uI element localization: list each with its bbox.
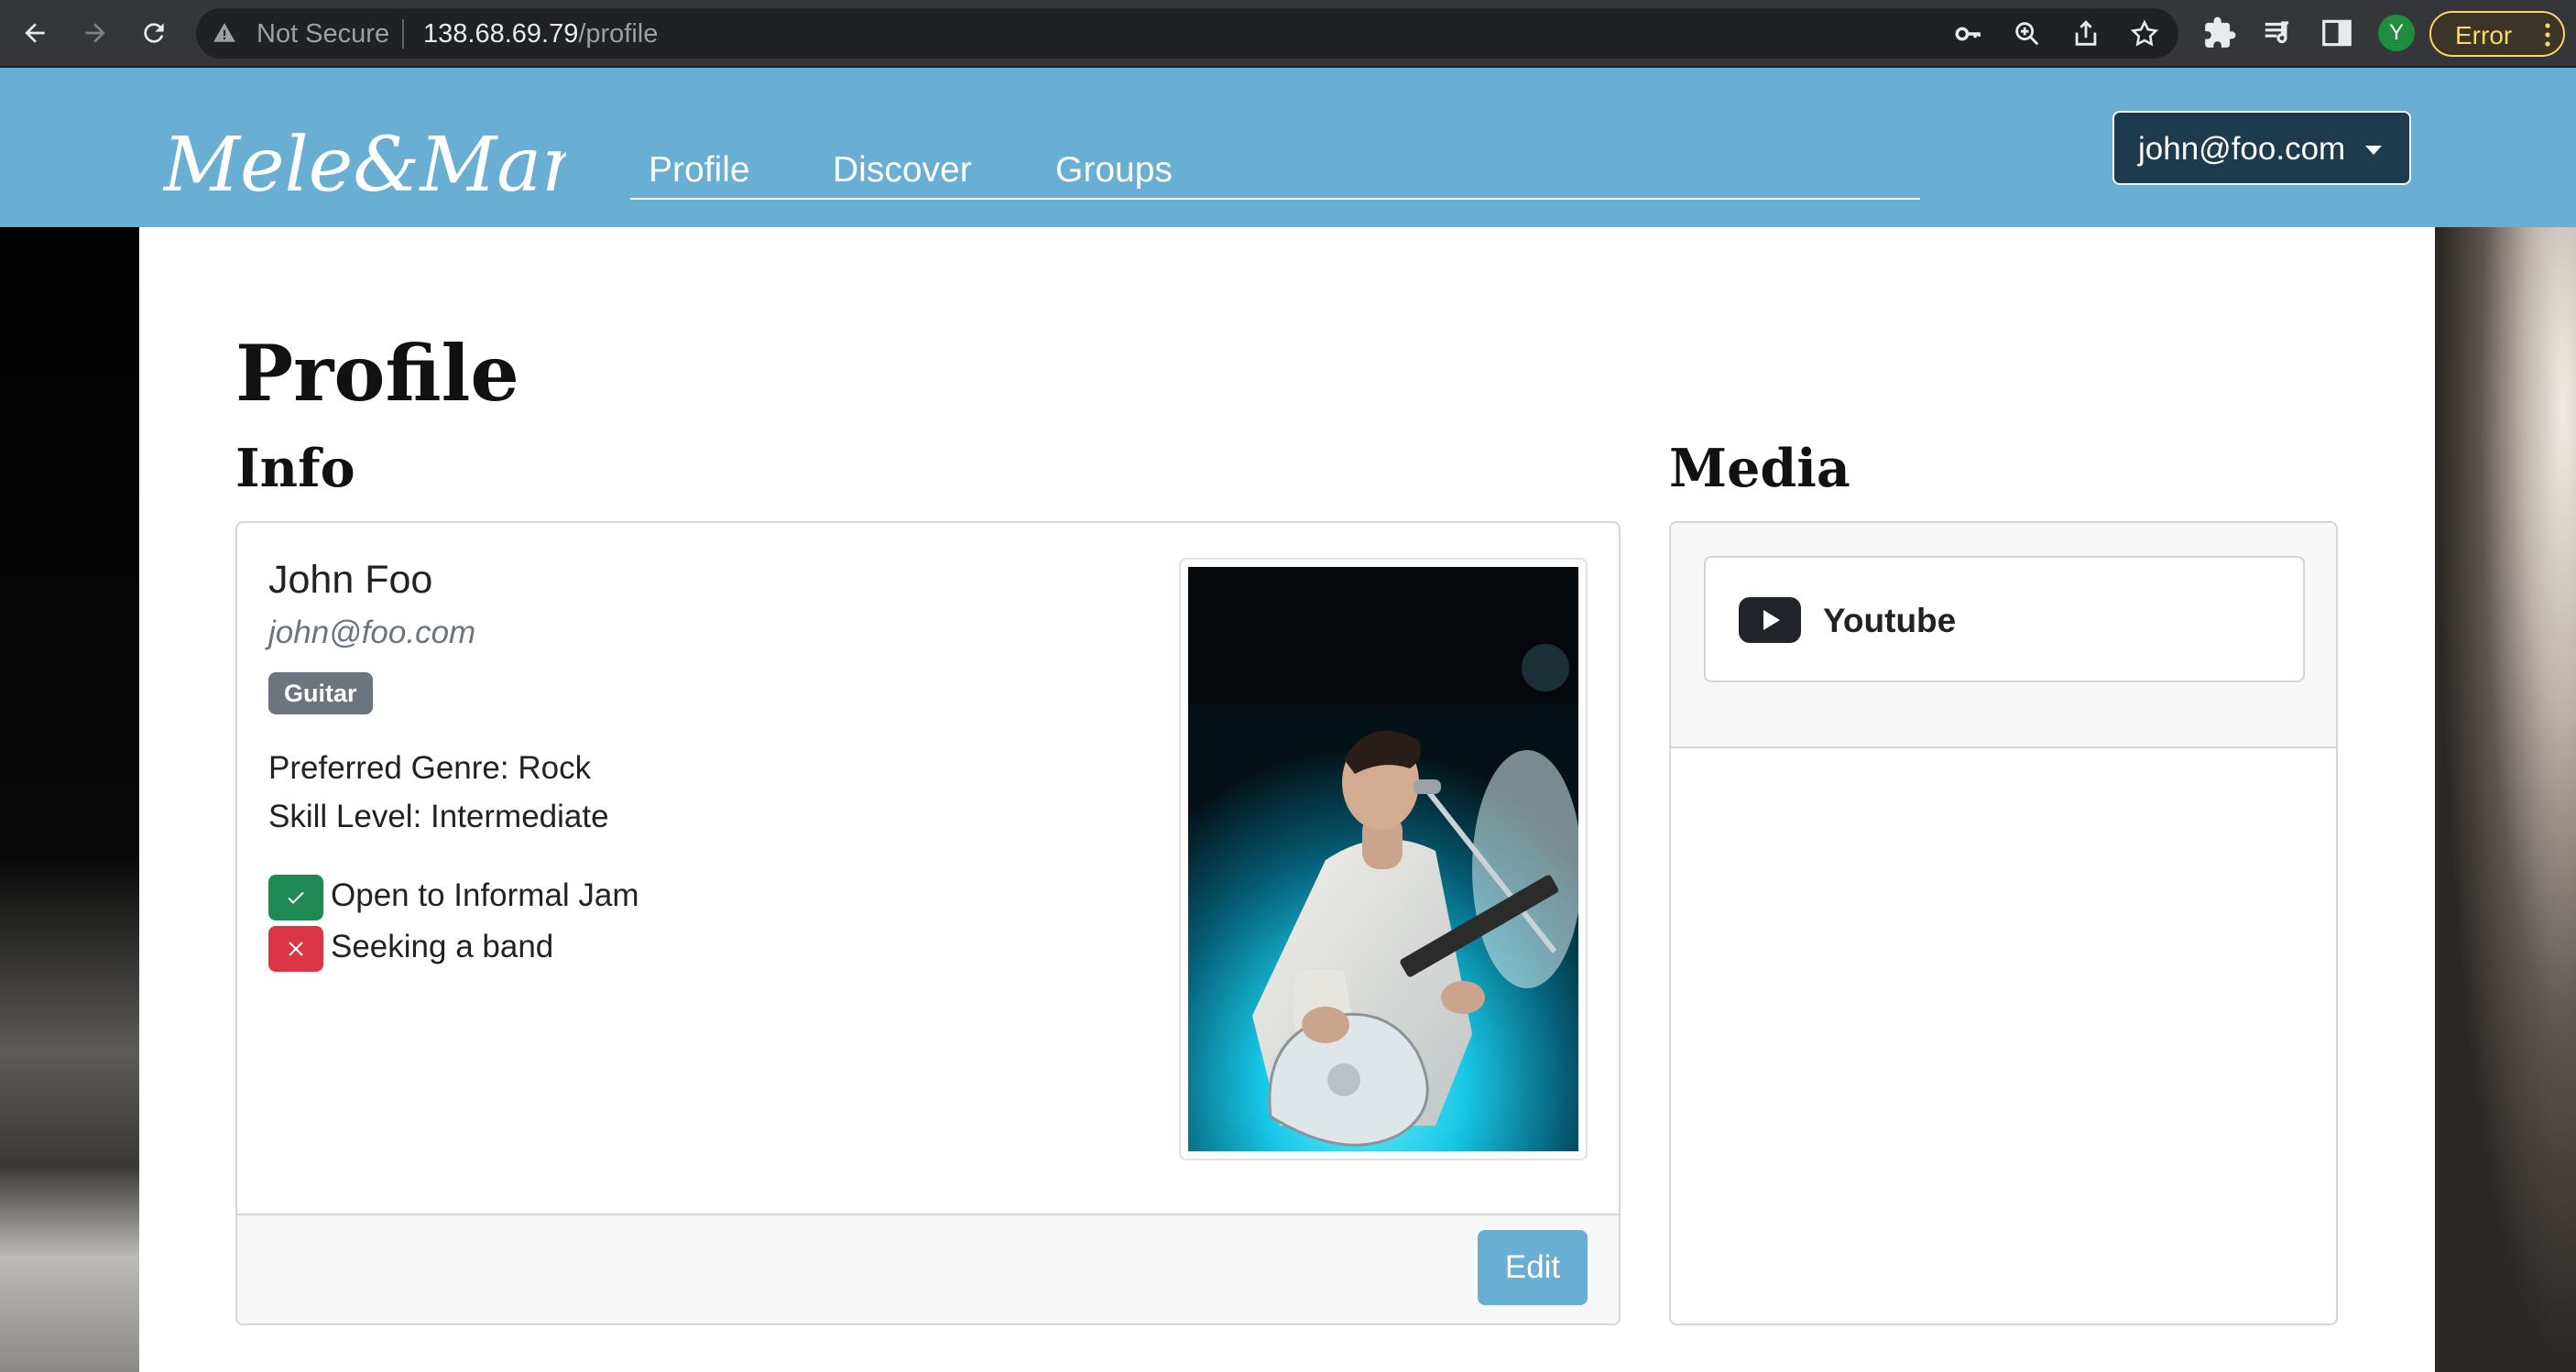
band-status-label: Seeking a band [331,929,554,964]
zoom-icon[interactable] [2012,18,2043,49]
background-left-edge [0,227,139,1372]
more-vertical-icon [2545,23,2550,47]
x-icon [289,942,303,956]
jam-status-badge [268,875,323,920]
guitarist-photo-image [1188,567,1578,1151]
info-heading: Info [235,438,355,499]
background-right-edge [2435,227,2576,1372]
url-path: /profile [578,19,659,49]
caret-down-icon [2365,146,2382,155]
band-status-badge [268,926,323,972]
extensions-puzzle-icon[interactable] [2202,16,2237,50]
info-card: John Foo john@foo.com Guitar Preferred G… [235,521,1621,1325]
reload-icon [144,23,164,43]
page-title: Profile [235,328,519,419]
user-dropdown-label: john@foo.com [2138,131,2346,167]
profile-photo-frame [1179,558,1588,1160]
bookmark-star-icon[interactable] [2129,18,2160,49]
media-item-label: Youtube [1823,602,1957,639]
main-container: Profile Info Media John Foo john@foo.com… [139,227,2435,1372]
security-status[interactable]: Not Secure [257,19,389,49]
profile-email: john@foo.com [268,615,476,650]
skill-level: Skill Level: Intermediate [268,799,609,834]
share-icon[interactable] [2070,18,2101,49]
reading-list-icon[interactable] [2261,16,2296,50]
site-logo[interactable]: Mele&Manoa [163,88,566,207]
url-text[interactable]: 138.68.69.79/profile [423,19,658,49]
browser-toolbar: Not Secure 138.68.69.79/profile Y Error [0,0,2576,67]
error-label: Error [2455,21,2513,49]
logo-text: Mele&Manoa [163,122,566,207]
profile-name: John Foo [268,558,433,602]
address-bar[interactable]: Not Secure 138.68.69.79/profile [196,8,2178,59]
back-arrow-icon [25,23,45,43]
jam-status-label: Open to Informal Jam [331,877,639,913]
side-panel-icon[interactable] [2319,16,2354,50]
nav-profile[interactable]: Profile [649,150,750,191]
forward-button[interactable] [77,15,114,51]
warning-icon [213,23,235,42]
main-nav: Profile Discover Groups [630,136,1920,200]
key-icon[interactable] [1953,18,1984,49]
media-heading: Media [1669,438,1850,499]
check-icon [288,891,304,904]
edit-button[interactable]: Edit [1478,1230,1588,1305]
reload-button[interactable] [136,15,172,51]
media-card: Youtube [1669,521,2338,1325]
nav-discover[interactable]: Discover [833,150,972,191]
forward-arrow-icon [85,23,105,43]
info-card-footer: Edit [237,1214,1619,1323]
back-button[interactable] [16,15,53,51]
youtube-icon [1739,597,1801,643]
instrument-badge: Guitar [268,672,373,714]
nav-groups[interactable]: Groups [1055,150,1173,191]
media-list: Youtube [1671,523,2336,748]
address-divider [402,19,404,49]
media-item-youtube[interactable]: Youtube [1704,556,2305,682]
user-dropdown-button[interactable]: john@foo.com [2112,111,2411,185]
preferred-genre: Preferred Genre: Rock [268,750,592,786]
url-host: 138.68.69.79 [423,19,579,49]
error-button[interactable]: Error [2429,11,2565,57]
profile-avatar[interactable]: Y [2378,15,2415,51]
profile-photo [1188,567,1578,1151]
